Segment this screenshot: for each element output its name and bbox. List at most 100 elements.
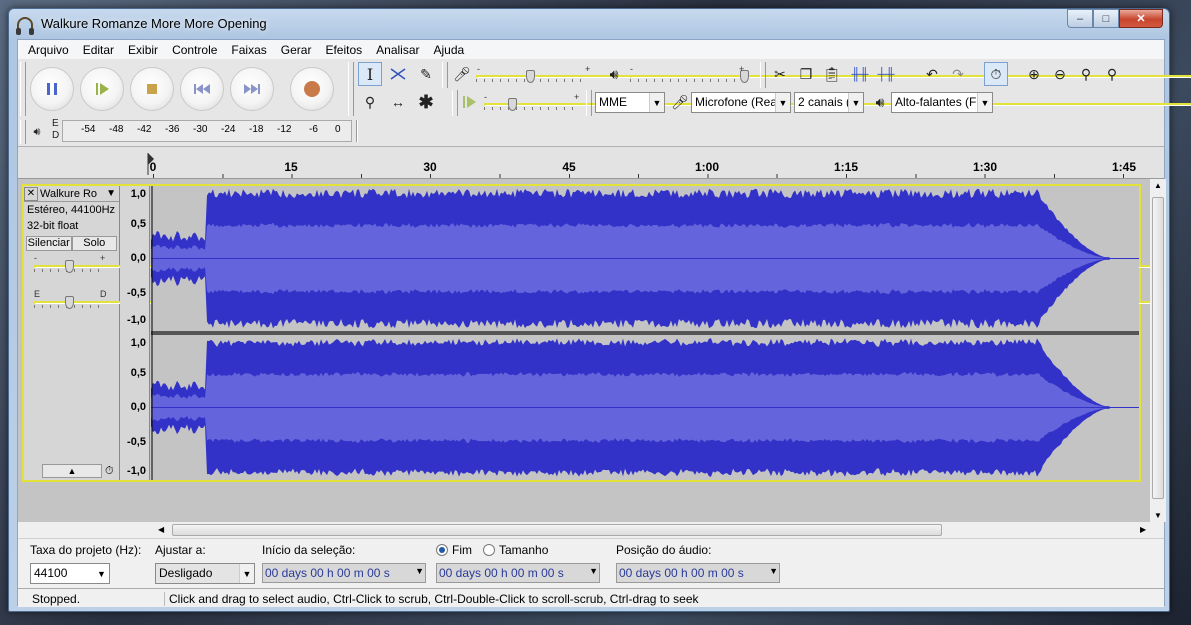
paste-button[interactable]: 📋︎ (820, 62, 844, 86)
mute-button[interactable]: Silenciar (26, 236, 72, 251)
redo-button[interactable]: ↷ (946, 62, 970, 86)
playback-volume-slider[interactable] (630, 69, 1191, 83)
scroll-up-icon[interactable]: ▲ (1154, 181, 1162, 190)
close-button[interactable]: ✕ (1119, 9, 1163, 28)
meter-tick: -24 (221, 124, 236, 135)
timeshift-tool-button[interactable]: ↔ (386, 90, 410, 114)
meter-tick: -42 (137, 124, 152, 135)
menu-faixas[interactable]: Faixas (224, 43, 273, 57)
channels-select[interactable]: 2 canais (▼ (794, 92, 864, 113)
envelope-tool-button[interactable] (386, 62, 410, 86)
slider-thumb[interactable] (526, 70, 535, 83)
selection-tool-button[interactable]: I (358, 62, 382, 86)
menu-exibir[interactable]: Exibir (121, 43, 165, 57)
menu-efeitos[interactable]: Efeitos (318, 43, 369, 57)
chevron-down-icon[interactable]: ▼ (106, 188, 119, 199)
fit-project-icon: ⚲ (1106, 65, 1118, 82)
copy-button[interactable]: ❐ (794, 62, 818, 86)
slider-thumb[interactable] (65, 260, 74, 273)
play-at-speed-button[interactable] (458, 90, 482, 114)
silence-button[interactable]: ┼╫ (874, 62, 898, 86)
selection-start-time[interactable]: 00 days 00 h 00 m 00 s ▼ (262, 563, 426, 583)
play-button[interactable] (80, 67, 124, 111)
audio-position-time[interactable]: 00 days 00 h 00 m 00 s ▼ (616, 563, 780, 583)
minimize-button[interactable]: – (1067, 9, 1093, 28)
meter-right-label: D (52, 130, 60, 141)
fit-selection-button[interactable]: ⚲ (1074, 62, 1098, 86)
scale-label: -0,5 (127, 436, 146, 448)
horizontal-scrollbar[interactable]: ◀ ▶ (18, 522, 1164, 538)
skip-start-icon (194, 84, 210, 94)
undo-button[interactable]: ↶ (920, 62, 944, 86)
maximize-button[interactable]: □ (1093, 9, 1119, 28)
project-rate-select[interactable]: 44100 ▼ (30, 563, 110, 584)
draw-tool-button[interactable]: ✎ (414, 62, 438, 86)
vertical-scroll-thumb[interactable] (1152, 197, 1164, 499)
track-panel[interactable]: ✕ Walkure Ro ▼ Estéreo, 44100Hz 32-bit f… (18, 179, 1153, 522)
menu-bar: Arquivo Editar Exibir Controle Faixas Ge… (18, 40, 1164, 59)
menu-arquivo[interactable]: Arquivo (21, 43, 76, 57)
status-bar: Stopped. Click and drag to select audio,… (18, 588, 1164, 607)
meter-tick: -6 (309, 124, 318, 135)
menu-editar[interactable]: Editar (76, 43, 121, 57)
menu-gerar[interactable]: Gerar (274, 43, 319, 57)
play-speed-slider[interactable] (484, 97, 1191, 111)
menu-controle[interactable]: Controle (165, 43, 224, 57)
skip-end-button[interactable] (230, 67, 274, 111)
sync-lock-button[interactable]: ⏱ (984, 62, 1008, 86)
trim-button[interactable]: ╫╫ (848, 62, 872, 86)
audio-track[interactable]: ✕ Walkure Ro ▼ Estéreo, 44100Hz 32-bit f… (22, 184, 1153, 482)
waveform-display[interactable] (151, 186, 1139, 480)
title-bar[interactable]: Walkure Romanze More More Opening – □ ✕ (9, 9, 1169, 39)
pan-slider[interactable] (34, 295, 1153, 309)
slider-thumb[interactable] (508, 98, 517, 111)
selection-end-time[interactable]: 00 days 00 h 00 m 00 s ▼ (436, 563, 600, 583)
horizontal-scroll-thumb[interactable] (172, 524, 942, 536)
zoom-in-button[interactable]: ⊕ (1022, 62, 1046, 86)
pause-button[interactable] (30, 67, 74, 111)
solo-button[interactable]: Solo (71, 236, 117, 251)
toolbar-grip[interactable] (348, 62, 354, 116)
host-select[interactable]: MME ▼ (595, 92, 665, 113)
vertical-scrollbar[interactable]: ▲ ▼ (1150, 179, 1166, 522)
menu-analisar[interactable]: Analisar (369, 43, 426, 57)
slider-thumb[interactable] (65, 296, 74, 309)
toolbars: I ✎ ⚲ ↔ ✱ 🎤︎ - + 🔊︎ - + ✂ ❐ 📋︎ ╫╫ ┼╫ ↶ ↷… (18, 59, 1191, 147)
record-button[interactable] (290, 67, 334, 111)
close-track-button[interactable]: ✕ (24, 186, 38, 201)
snap-select[interactable]: Desligado ▼ (155, 563, 255, 584)
scale-top-channel: 1,0 0,5 0,0 -0,5 -1,0 (120, 186, 150, 331)
skip-start-button[interactable] (180, 67, 224, 111)
toolbar-grip[interactable] (20, 120, 26, 144)
stop-button[interactable] (130, 67, 174, 111)
timeline-ruler[interactable]: 0 15 30 45 1:00 1:15 1:30 1:45 (18, 147, 1164, 179)
playback-meter[interactable]: -54 -48 -42 -36 -30 -24 -18 -12 -6 0 (62, 120, 352, 142)
cut-button[interactable]: ✂ (768, 62, 792, 86)
end-radio[interactable] (436, 544, 448, 556)
length-radio[interactable] (483, 544, 495, 556)
toolbar-grip[interactable] (442, 62, 448, 88)
zoom-tool-button[interactable]: ⚲ (358, 90, 382, 114)
toolbar-grip[interactable] (586, 90, 592, 116)
play-icon (463, 96, 476, 108)
scroll-down-icon[interactable]: ▼ (1154, 511, 1162, 520)
menu-ajuda[interactable]: Ajuda (427, 43, 472, 57)
scroll-left-icon[interactable]: ◀ (158, 525, 164, 534)
amplitude-scale[interactable]: 1,0 0,5 0,0 -0,5 -1,0 1,0 0,5 0,0 -0,5 -… (120, 186, 150, 480)
input-device-select[interactable]: Microfone (Rea ▼ (691, 92, 791, 113)
collapse-track-button[interactable]: ▲ (42, 464, 102, 478)
double-arrow-icon: ↔ (391, 94, 405, 110)
track-name-menu[interactable]: Walkure Ro (40, 188, 106, 200)
client-area: Arquivo Editar Exibir Controle Faixas Ge… (17, 39, 1191, 607)
toolbar-grip[interactable] (760, 62, 766, 88)
scroll-right-icon[interactable]: ▶ (1140, 525, 1146, 534)
zoom-out-button[interactable]: ⊖ (1048, 62, 1072, 86)
silence-audio-icon: ┼╫ (877, 67, 895, 81)
gain-slider[interactable] (34, 259, 1153, 273)
recording-volume-slider[interactable] (476, 69, 1191, 83)
toolbar-grip[interactable] (20, 62, 26, 116)
fit-project-button[interactable]: ⚲ (1100, 62, 1124, 86)
output-device-select[interactable]: Alto-falantes (F ▼ (891, 92, 993, 113)
meter-speaker-icon[interactable]: 🔊︎ (28, 120, 46, 144)
multi-tool-button[interactable]: ✱ (414, 90, 438, 114)
